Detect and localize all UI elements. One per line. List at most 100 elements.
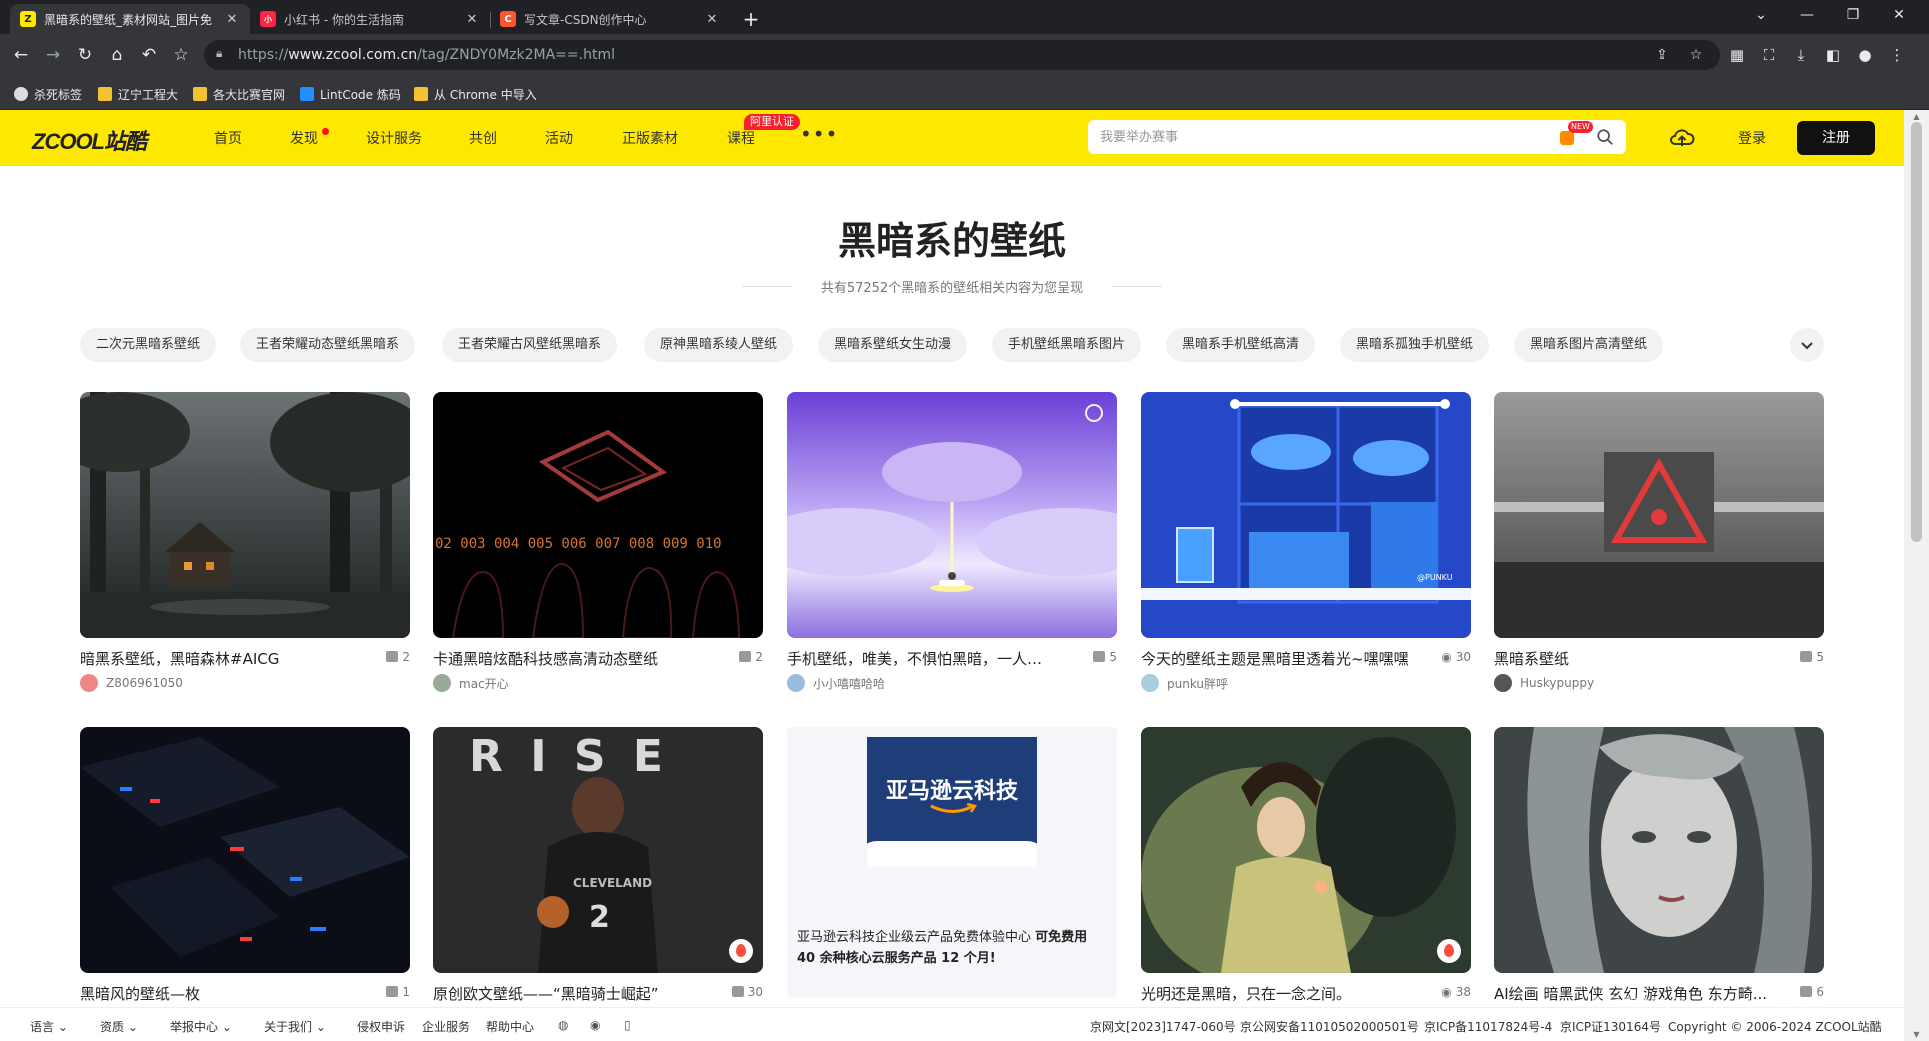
bookmark-item[interactable]: LintCode 炼码 bbox=[300, 84, 401, 104]
mobile-icon[interactable]: ▯ bbox=[624, 1018, 631, 1032]
scrollbar-thumb[interactable] bbox=[1911, 122, 1922, 542]
ai-dark-character-thumbnail[interactable] bbox=[1494, 727, 1824, 973]
nav-cocreate[interactable]: 共创 bbox=[469, 128, 497, 148]
weibo-icon[interactable]: ◉ bbox=[590, 1018, 600, 1032]
profile-icon[interactable]: ● bbox=[1852, 42, 1878, 68]
tab-zcool[interactable]: Z 黑暗系的壁纸_素材网站_图片免 ✕ bbox=[10, 4, 250, 34]
nav-activity[interactable]: 活动 bbox=[545, 128, 573, 148]
bookmark-star-icon[interactable]: ☆ bbox=[168, 42, 194, 68]
bookmark-item[interactable]: 杀死标签 bbox=[14, 84, 82, 104]
zcool-logo[interactable]: ZCOOL站酷 bbox=[32, 124, 147, 156]
tag-pill[interactable]: 二次元黑暗系壁纸 bbox=[80, 328, 217, 362]
tag-pill[interactable]: 王者荣耀古风壁纸黑暗系 bbox=[442, 328, 618, 362]
nav-discover[interactable]: 发现 bbox=[290, 128, 318, 148]
crop-icon[interactable]: ⛶ bbox=[1756, 42, 1782, 68]
page-scrollbar[interactable]: ▲ ▼ bbox=[1904, 110, 1929, 1041]
card-title[interactable]: 卡通黑暗炫酷科技感高清动态壁纸 bbox=[433, 648, 693, 669]
aws-banner: 亚马逊云科技 bbox=[867, 737, 1037, 867]
card-author[interactable]: 小小嘻嘻哈哈 bbox=[787, 674, 885, 692]
nav-home[interactable]: 首页 bbox=[214, 128, 242, 148]
card-author[interactable]: Huskypuppy bbox=[1494, 674, 1594, 692]
share-icon[interactable]: ⇪ bbox=[1652, 45, 1672, 65]
card-title[interactable]: 暗黑系壁纸，黑暗森林#AICG bbox=[80, 648, 340, 669]
close-window-button[interactable]: ✕ bbox=[1876, 0, 1922, 30]
rise-basketball-thumbnail[interactable]: R I S E CLEVELAND 2 bbox=[433, 727, 763, 973]
bookmarks-bar: 杀死标签 辽宁工程大 各大比赛官网 LintCode 炼码 从 Chrome 中… bbox=[0, 76, 1929, 110]
expand-tags-button[interactable] bbox=[1790, 328, 1824, 362]
extensions-grid-icon[interactable]: ▦ bbox=[1724, 42, 1750, 68]
csdn-favicon-icon: C bbox=[500, 11, 516, 27]
tag-pill[interactable]: 黑暗系孤独手机壁纸 bbox=[1340, 328, 1490, 362]
nav-course[interactable]: 课程 bbox=[727, 128, 755, 148]
nav-licensed-material[interactable]: 正版素材 bbox=[622, 128, 678, 148]
bookmark-folder[interactable]: 从 Chrome 中导入 bbox=[414, 84, 537, 104]
footer-help[interactable]: 帮助中心 bbox=[486, 1018, 534, 1035]
nav-design-service[interactable]: 设计服务 bbox=[366, 128, 422, 148]
home-icon[interactable]: ⌂ bbox=[104, 42, 130, 68]
register-button[interactable]: 注册 bbox=[1797, 121, 1875, 155]
minimize-button[interactable]: — bbox=[1784, 0, 1830, 30]
undo-icon[interactable]: ↶ bbox=[136, 42, 162, 68]
search-icon[interactable] bbox=[1596, 128, 1614, 146]
upload-cloud-icon[interactable] bbox=[1668, 124, 1696, 152]
footer-about[interactable]: 关于我们 ⌄ bbox=[264, 1018, 326, 1035]
bookmark-folder[interactable]: 各大比赛官网 bbox=[193, 84, 285, 104]
bookmark-folder[interactable]: 辽宁工程大 bbox=[98, 84, 178, 104]
footer-enterprise[interactable]: 企业服务 bbox=[422, 1018, 470, 1035]
footer-language[interactable]: 语言 ⌄ bbox=[30, 1018, 68, 1035]
tech-cartoon-thumbnail[interactable]: 02 003 004 005 006 007 008 009 010 bbox=[433, 392, 763, 638]
blue-window-thumbnail[interactable]: @PUNKU bbox=[1141, 392, 1471, 638]
ad-copy: 亚马逊云科技企业级云产品免费体验中心 可免费用 40 余种核心云服务产品 12 … bbox=[797, 927, 1107, 969]
light-dark-woman-thumbnail[interactable] bbox=[1141, 727, 1471, 973]
address-bar[interactable]: 🔒︎ https://www.zcool.com.cn/tag/ZNDY0Mzk… bbox=[204, 40, 1720, 70]
card-title[interactable]: 黑暗系壁纸 bbox=[1494, 648, 1754, 669]
dark-forest-thumbnail[interactable] bbox=[80, 392, 410, 638]
back-arrow-icon[interactable]: ← bbox=[8, 42, 34, 68]
menu-kebab-icon[interactable]: ⋮ bbox=[1884, 42, 1910, 68]
purple-sky-thumbnail[interactable] bbox=[787, 392, 1117, 638]
tag-pill[interactable]: 手机壁纸黑暗系图片 bbox=[992, 328, 1142, 362]
search-box: NEW bbox=[1088, 120, 1626, 154]
tag-pill[interactable]: 黑暗系壁纸女生动漫 bbox=[818, 328, 968, 362]
tag-pill[interactable]: 王者荣耀动态壁纸黑暗系 bbox=[240, 328, 416, 362]
download-icon[interactable]: ⤓ bbox=[1788, 42, 1814, 68]
login-link[interactable]: 登录 bbox=[1738, 128, 1766, 148]
tag-pill[interactable]: 原神黑暗系绫人壁纸 bbox=[644, 328, 794, 362]
footer-infringement[interactable]: 侵权申诉 bbox=[357, 1018, 405, 1035]
star-icon[interactable]: ☆ bbox=[1686, 45, 1706, 65]
restore-button[interactable]: ❐ bbox=[1830, 0, 1876, 30]
forward-arrow-icon[interactable]: → bbox=[40, 42, 66, 68]
card-title[interactable]: 手机壁纸，唯美，不惧怕黑暗，一人仰... bbox=[787, 648, 1047, 669]
grey-triangle-thumbnail[interactable] bbox=[1494, 392, 1824, 638]
tag-pill[interactable]: 黑暗系图片高清壁纸 bbox=[1514, 328, 1664, 362]
footer-report-center[interactable]: 举报中心 ⌄ bbox=[170, 1018, 232, 1035]
gift-icon[interactable] bbox=[1560, 131, 1574, 145]
card-author[interactable]: mac开心 bbox=[433, 674, 509, 692]
close-icon[interactable]: ✕ bbox=[704, 12, 720, 27]
thumbs-up-icon bbox=[386, 986, 399, 997]
card-title[interactable]: 原创欧文壁纸——“黑暗骑士崛起” bbox=[433, 983, 693, 1004]
tab-csdn[interactable]: C 写文章-CSDN创作中心 ✕ bbox=[490, 4, 730, 34]
wechat-icon[interactable]: ◍ bbox=[558, 1018, 568, 1032]
sidebar-icon[interactable]: ◧ bbox=[1820, 42, 1846, 68]
close-icon[interactable]: ✕ bbox=[464, 12, 480, 27]
tag-pill[interactable]: 黑暗系手机壁纸高清 bbox=[1166, 328, 1316, 362]
avatar bbox=[433, 674, 451, 692]
footer-qualification[interactable]: 资质 ⌄ bbox=[100, 1018, 138, 1035]
reload-icon[interactable]: ↻ bbox=[72, 42, 98, 68]
url-text[interactable]: https://www.zcool.com.cn/tag/ZNDY0Mzk2MA… bbox=[238, 47, 615, 63]
card-author[interactable]: Z806961050 bbox=[80, 674, 183, 692]
tab-xiaohongshu[interactable]: 小 小红书 - 你的生活指南 ✕ bbox=[250, 4, 490, 34]
more-dots-icon[interactable]: ••• bbox=[800, 122, 838, 146]
search-input[interactable] bbox=[1100, 127, 1520, 147]
card-title[interactable]: 黑暗风的壁纸—枚 bbox=[80, 983, 340, 1004]
card-author[interactable]: punku胖呼 bbox=[1141, 674, 1228, 692]
tab-search-chevron-icon[interactable]: ⌄ bbox=[1738, 0, 1784, 30]
card-title[interactable]: 今天的壁纸主题是黑暗里透着光~嘿嘿嘿 bbox=[1141, 648, 1421, 669]
new-tab-button[interactable]: + bbox=[738, 6, 764, 32]
aws-ad[interactable]: 亚马逊云科技 亚马逊云科技企业级云产品免费体验中心 可免费用 40 余种核心云服… bbox=[787, 727, 1117, 997]
page-title: 黑暗系的壁纸 bbox=[837, 219, 1066, 263]
close-icon[interactable]: ✕ bbox=[224, 12, 240, 27]
dark-cubes-thumbnail[interactable] bbox=[80, 727, 410, 973]
card-title[interactable]: 光明还是黑暗，只在一念之间。 bbox=[1141, 983, 1401, 1004]
